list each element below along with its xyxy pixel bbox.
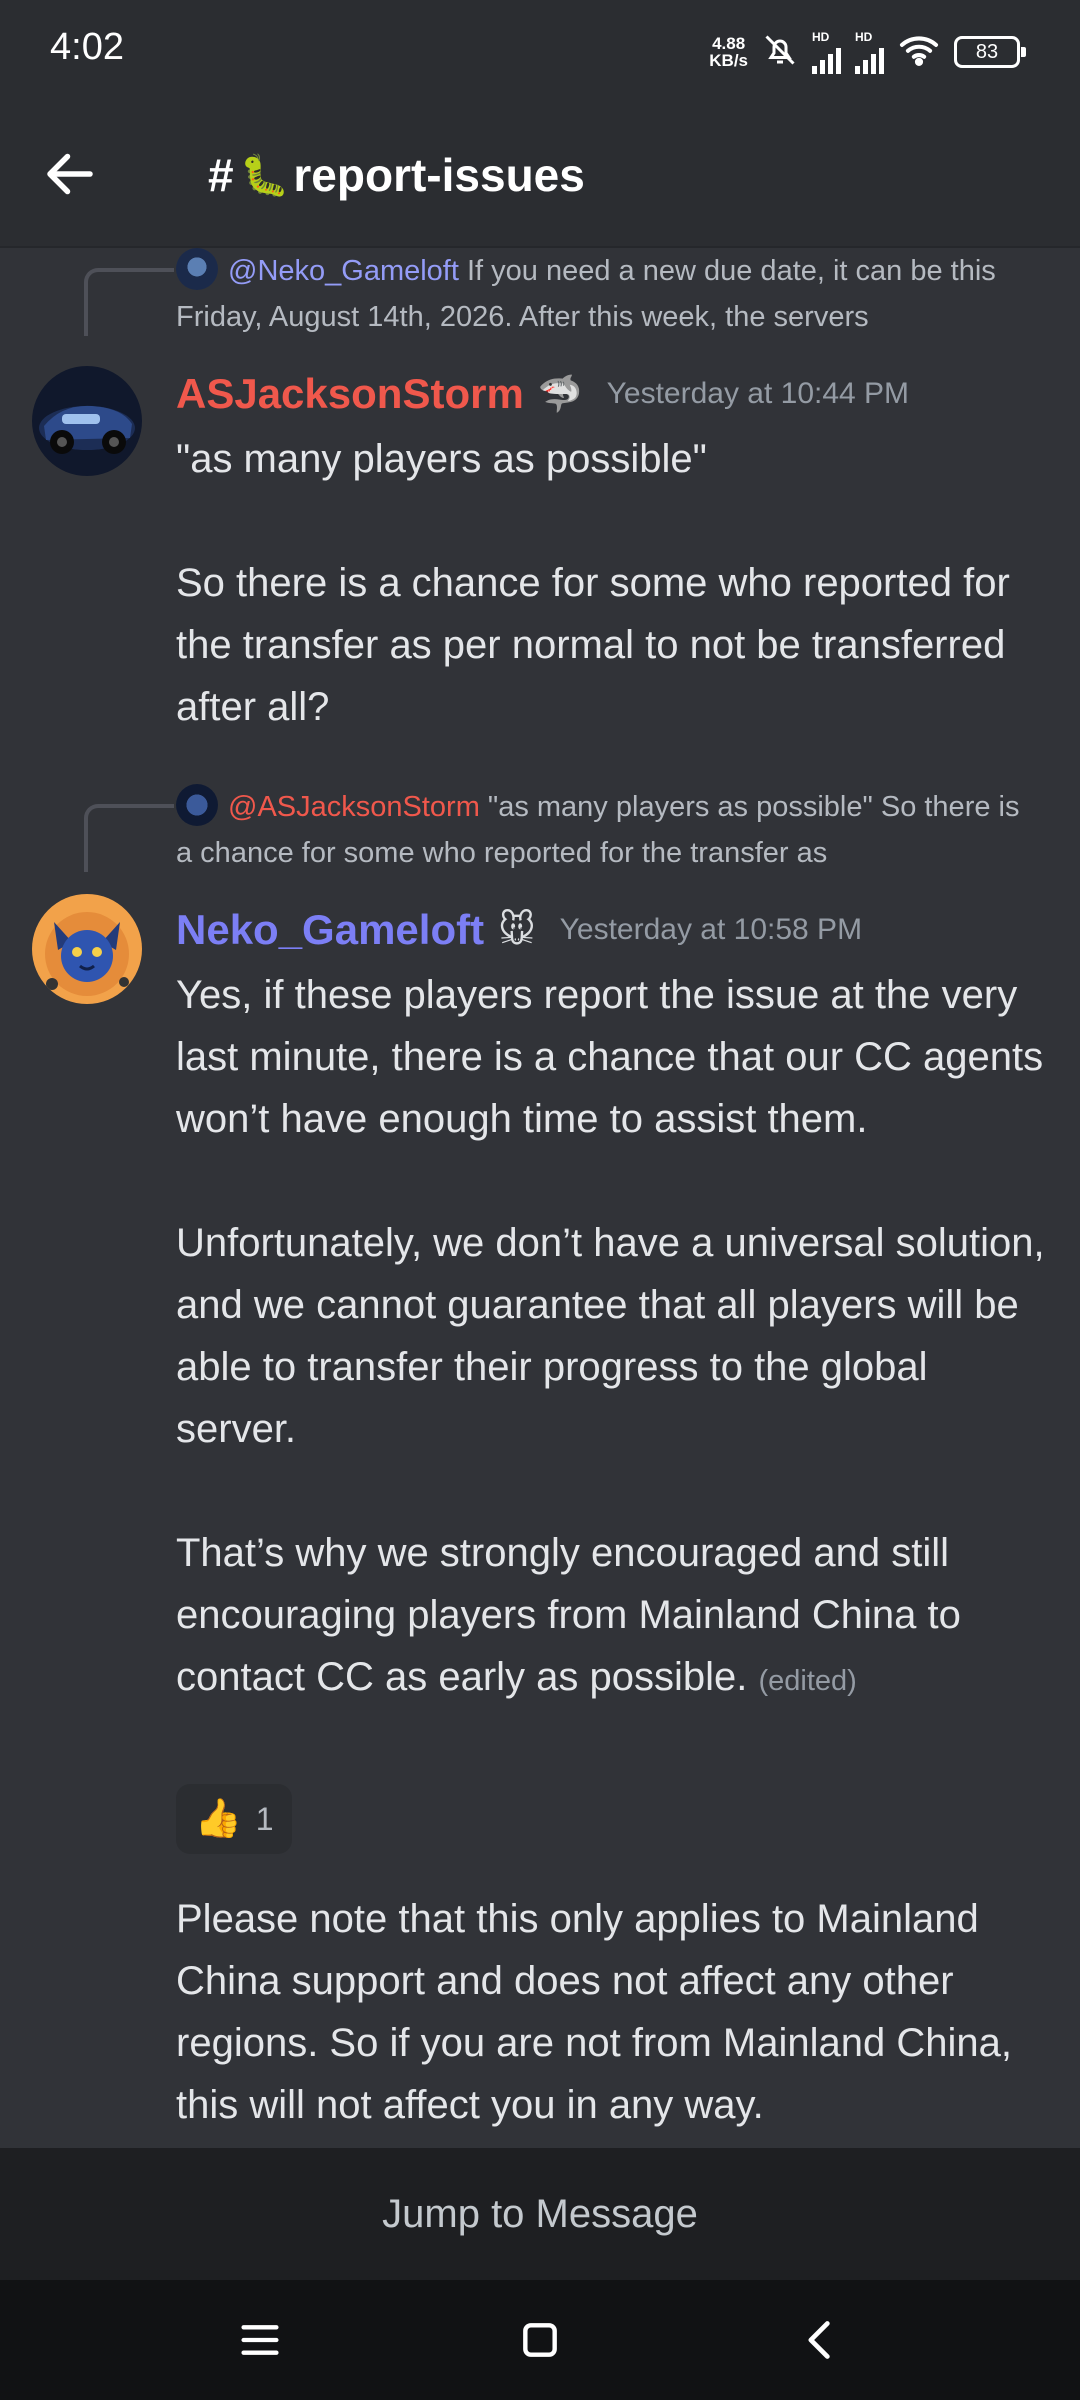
edited-label: (edited) bbox=[758, 1665, 857, 1697]
channel-name: report-issues bbox=[293, 149, 585, 201]
message-body[interactable]: Yes, if these players report the issue a… bbox=[176, 964, 1056, 1712]
author-name[interactable]: ASJacksonStorm bbox=[176, 370, 524, 418]
message-header: Neko_Gameloft 🐭 Yesterday at 10:58 PM bbox=[176, 906, 862, 954]
status-icons: 4.88 KB/s HD HD 83 bbox=[709, 30, 1026, 74]
avatar[interactable] bbox=[32, 894, 142, 1004]
message-text: Yes, if these players report the issue a… bbox=[176, 973, 1045, 1699]
bug-emoji-icon: 🐛 bbox=[239, 153, 290, 198]
signal-1-icon: HD bbox=[812, 30, 841, 74]
message-timestamp: Yesterday at 10:58 PM bbox=[559, 913, 863, 946]
menu-icon bbox=[241, 2325, 279, 2355]
reply-mention[interactable]: @ASJacksonStorm bbox=[228, 791, 480, 823]
reply-mention[interactable]: @Neko_Gameloft bbox=[228, 255, 459, 287]
hash-icon: # bbox=[208, 149, 234, 201]
bell-muted-icon bbox=[762, 32, 798, 73]
reply-spine bbox=[84, 804, 174, 872]
reply-avatar bbox=[176, 784, 218, 826]
status-time: 4:02 bbox=[50, 26, 124, 68]
message-body[interactable]: "as many players as possible" So there i… bbox=[176, 428, 1056, 738]
battery-icon: 83 bbox=[954, 36, 1026, 68]
reaction-count: 1 bbox=[255, 1800, 274, 1837]
chevron-left-icon bbox=[808, 2321, 830, 2359]
message-header: ASJacksonStorm 🦈 Yesterday at 10:44 PM bbox=[176, 370, 909, 418]
wifi-icon bbox=[898, 33, 940, 72]
avatar[interactable] bbox=[32, 366, 142, 476]
car-avatar-icon bbox=[32, 366, 142, 476]
network-speed: 4.88 KB/s bbox=[709, 34, 748, 70]
system-nav-bar bbox=[0, 2280, 1080, 2400]
author-name[interactable]: Neko_Gameloft bbox=[176, 906, 484, 954]
message-list[interactable]: @Neko_Gameloft If you need a new due dat… bbox=[0, 248, 1080, 2148]
mouse-badge-icon: 🐭 bbox=[498, 909, 536, 950]
jump-to-message-button[interactable]: Jump to Message bbox=[0, 2148, 1080, 2280]
shark-badge-icon: 🦈 bbox=[537, 373, 583, 414]
channel-header: # 🐛 report-issues bbox=[0, 100, 1080, 248]
back-nav-button[interactable] bbox=[790, 2310, 850, 2370]
reply-spine bbox=[84, 268, 174, 336]
message-body[interactable]: Please note that this only applies to Ma… bbox=[176, 1888, 1056, 2136]
arrow-left-icon bbox=[47, 153, 93, 195]
reply-preview[interactable]: @ASJacksonStorm "as many players as poss… bbox=[176, 784, 1036, 876]
thumbs-up-icon: 👍 bbox=[194, 1798, 242, 1840]
message-timestamp: Yesterday at 10:44 PM bbox=[606, 377, 910, 410]
recents-button[interactable] bbox=[230, 2310, 290, 2370]
square-icon bbox=[523, 2323, 557, 2357]
reaction-thumbs-up[interactable]: 👍 1 bbox=[176, 1784, 292, 1854]
status-bar: 4:02 4.88 KB/s HD HD 83 bbox=[0, 0, 1080, 100]
reply-preview[interactable]: @Neko_Gameloft If you need a new due dat… bbox=[176, 248, 1036, 340]
cat-avatar-icon bbox=[32, 894, 142, 1004]
signal-2-icon: HD bbox=[855, 30, 884, 74]
reply-avatar bbox=[176, 248, 218, 290]
home-button[interactable] bbox=[510, 2310, 570, 2370]
channel-title[interactable]: # 🐛 report-issues bbox=[208, 148, 585, 202]
back-button[interactable] bbox=[40, 144, 100, 204]
